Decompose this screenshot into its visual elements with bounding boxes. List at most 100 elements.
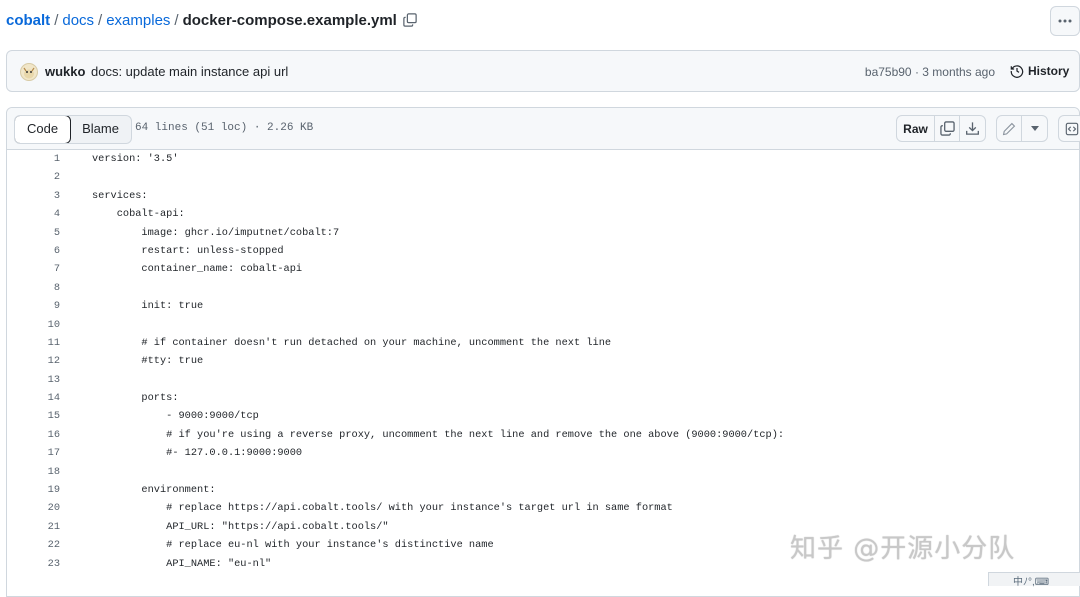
line-number[interactable]: 16 [7, 426, 60, 444]
edit-file-button[interactable] [997, 116, 1022, 141]
code-line: 19 environment: [7, 481, 1079, 499]
code-line-text: API_NAME: "eu-nl" [92, 557, 272, 570]
code-line: 18 [7, 463, 1079, 481]
breadcrumb-separator: / [54, 12, 59, 29]
code-square-icon [1065, 122, 1078, 135]
copy-path-icon[interactable] [403, 13, 417, 31]
copy-icon [939, 121, 955, 136]
file-info: 64 lines (51 loc) · 2.26 KB [135, 122, 314, 134]
avatar[interactable] [20, 63, 38, 81]
line-number[interactable]: 5 [7, 224, 60, 242]
line-number[interactable]: 20 [7, 499, 60, 517]
line-number[interactable]: 1 [7, 150, 60, 168]
line-number[interactable]: 4 [7, 205, 60, 223]
code-line: 12 #tty: true [7, 352, 1079, 370]
code-blame-toggle: Code Blame [14, 115, 132, 144]
copy-raw-button[interactable] [935, 116, 960, 141]
line-number[interactable]: 19 [7, 481, 60, 499]
code-line: 17 #- 127.0.0.1:9000:9000 [7, 444, 1079, 462]
line-number[interactable]: 8 [7, 279, 60, 297]
triangle-down-icon [1030, 125, 1039, 131]
code-line: 7 container_name: cobalt-api [7, 260, 1079, 278]
code-line-text: ports: [92, 392, 179, 405]
breadcrumb-repo-link[interactable]: cobalt [6, 12, 50, 29]
breadcrumb-file-name: docker-compose.example.yml [182, 12, 397, 29]
line-number[interactable]: 10 [7, 316, 60, 334]
code-line-text: services: [92, 189, 148, 202]
line-number[interactable]: 3 [7, 187, 60, 205]
line-number[interactable]: 2 [7, 168, 60, 186]
code-line-text: image: ghcr.io/imputnet/cobalt:7 [92, 226, 340, 239]
code-line-text: # if container doesn't run detached on y… [92, 336, 612, 349]
code-line-text: environment: [92, 484, 216, 497]
code-line-text: init: true [92, 300, 204, 313]
line-number[interactable]: 13 [7, 371, 60, 389]
latest-commit-bar: wukko docs: update main instance api url… [6, 50, 1080, 92]
code-line: 13 [7, 371, 1079, 389]
history-label: History [1028, 64, 1070, 78]
code-line: 15 - 9000:9000/tcp [7, 407, 1079, 425]
commit-author-link[interactable]: wukko [45, 64, 85, 79]
line-number[interactable]: 23 [7, 555, 60, 573]
kebab-horizontal-icon [1058, 19, 1072, 23]
watermark-text: 知乎 @开源小分队 [790, 534, 1016, 564]
code-line: 2 [7, 168, 1079, 186]
breadcrumb-separator: / [174, 12, 179, 29]
file-viewer: Code Blame 64 lines (51 loc) · 2.26 KB R… [6, 107, 1080, 597]
tab-blame[interactable]: Blame [70, 116, 131, 143]
commit-hash-and-age[interactable]: ba75b90 · 3 months ago [865, 65, 995, 79]
line-number[interactable]: 18 [7, 463, 60, 481]
pencil-icon [1002, 122, 1016, 135]
code-line: 8 [7, 279, 1079, 297]
breadcrumb-examples-link[interactable]: examples [106, 12, 170, 29]
line-number[interactable]: 15 [7, 407, 60, 425]
line-number[interactable]: 12 [7, 352, 60, 370]
file-viewer-toolbar: Code Blame 64 lines (51 loc) · 2.26 KB R… [7, 108, 1080, 150]
code-line: 20 # replace https://api.cobalt.tools/ w… [7, 499, 1079, 517]
code-line-text: #- 127.0.0.1:9000:9000 [92, 447, 303, 460]
line-number[interactable]: 14 [7, 389, 60, 407]
breadcrumb-docs-link[interactable]: docs [62, 12, 94, 29]
repo-header: cobalt / docs / examples / docker-compose.exam… [0, 0, 1080, 44]
raw-button[interactable]: Raw [897, 116, 935, 141]
code-line-text: # replace https://api.cobalt.tools/ with… [92, 502, 673, 515]
edit-options-dropdown[interactable] [1022, 116, 1047, 141]
symbols-panel-button[interactable] [1059, 116, 1080, 141]
line-number[interactable]: 11 [7, 334, 60, 352]
code-line: 6 restart: unless-stopped [7, 242, 1079, 260]
code-line: 16 # if you're using a reverse proxy, un… [7, 426, 1079, 444]
code-line-text: API_URL: "https://api.cobalt.tools/" [92, 520, 389, 533]
line-number[interactable]: 9 [7, 297, 60, 315]
code-line: 9 init: true [7, 297, 1079, 315]
code-line-text: version: '3.5' [92, 153, 179, 165]
code-line: 1 version: '3.5' [7, 150, 1079, 168]
history-icon [1010, 65, 1024, 78]
code-line-text: # replace eu-nl with your instance's dis… [92, 539, 494, 552]
ime-toolbar-label: 中ﾉ°,⌨ [1013, 577, 1050, 588]
download-icon [966, 122, 979, 135]
commit-message-link[interactable]: docs: update main instance api url [91, 64, 288, 79]
code-line: 11 # if container doesn't run detached o… [7, 334, 1079, 352]
more-options-button[interactable] [1050, 6, 1080, 36]
breadcrumb: cobalt / docs / examples / docker-compose.exam… [6, 12, 417, 31]
code-line-text: - 9000:9000/tcp [92, 410, 259, 423]
file-actions: Raw [896, 115, 1080, 142]
code-line: 5 image: ghcr.io/imputnet/cobalt:7 [7, 224, 1079, 242]
code-line: 10 [7, 316, 1079, 334]
line-number[interactable]: 17 [7, 444, 60, 462]
code-line: 14 ports: [7, 389, 1079, 407]
code-view: 1 version: '3.5' 2 3 services: 4 cobalt-api: 5… [7, 150, 1079, 573]
line-number[interactable]: 21 [7, 518, 60, 536]
code-line-text: #tty: true [92, 355, 204, 368]
line-number[interactable]: 6 [7, 242, 60, 260]
history-button[interactable]: History [1010, 64, 1069, 78]
tab-code[interactable]: Code [14, 116, 72, 143]
code-line-text: restart: unless-stopped [92, 244, 284, 257]
line-number[interactable]: 7 [7, 260, 60, 278]
line-number[interactable]: 22 [7, 536, 60, 554]
code-line-text: # if you're using a reverse proxy, uncom… [92, 428, 785, 441]
download-button[interactable] [960, 116, 985, 141]
ime-toolbar: 中ﾉ°,⌨ [988, 572, 1080, 588]
code-line: 4 cobalt-api: [7, 205, 1079, 223]
code-line-text: cobalt-api: [92, 208, 185, 221]
